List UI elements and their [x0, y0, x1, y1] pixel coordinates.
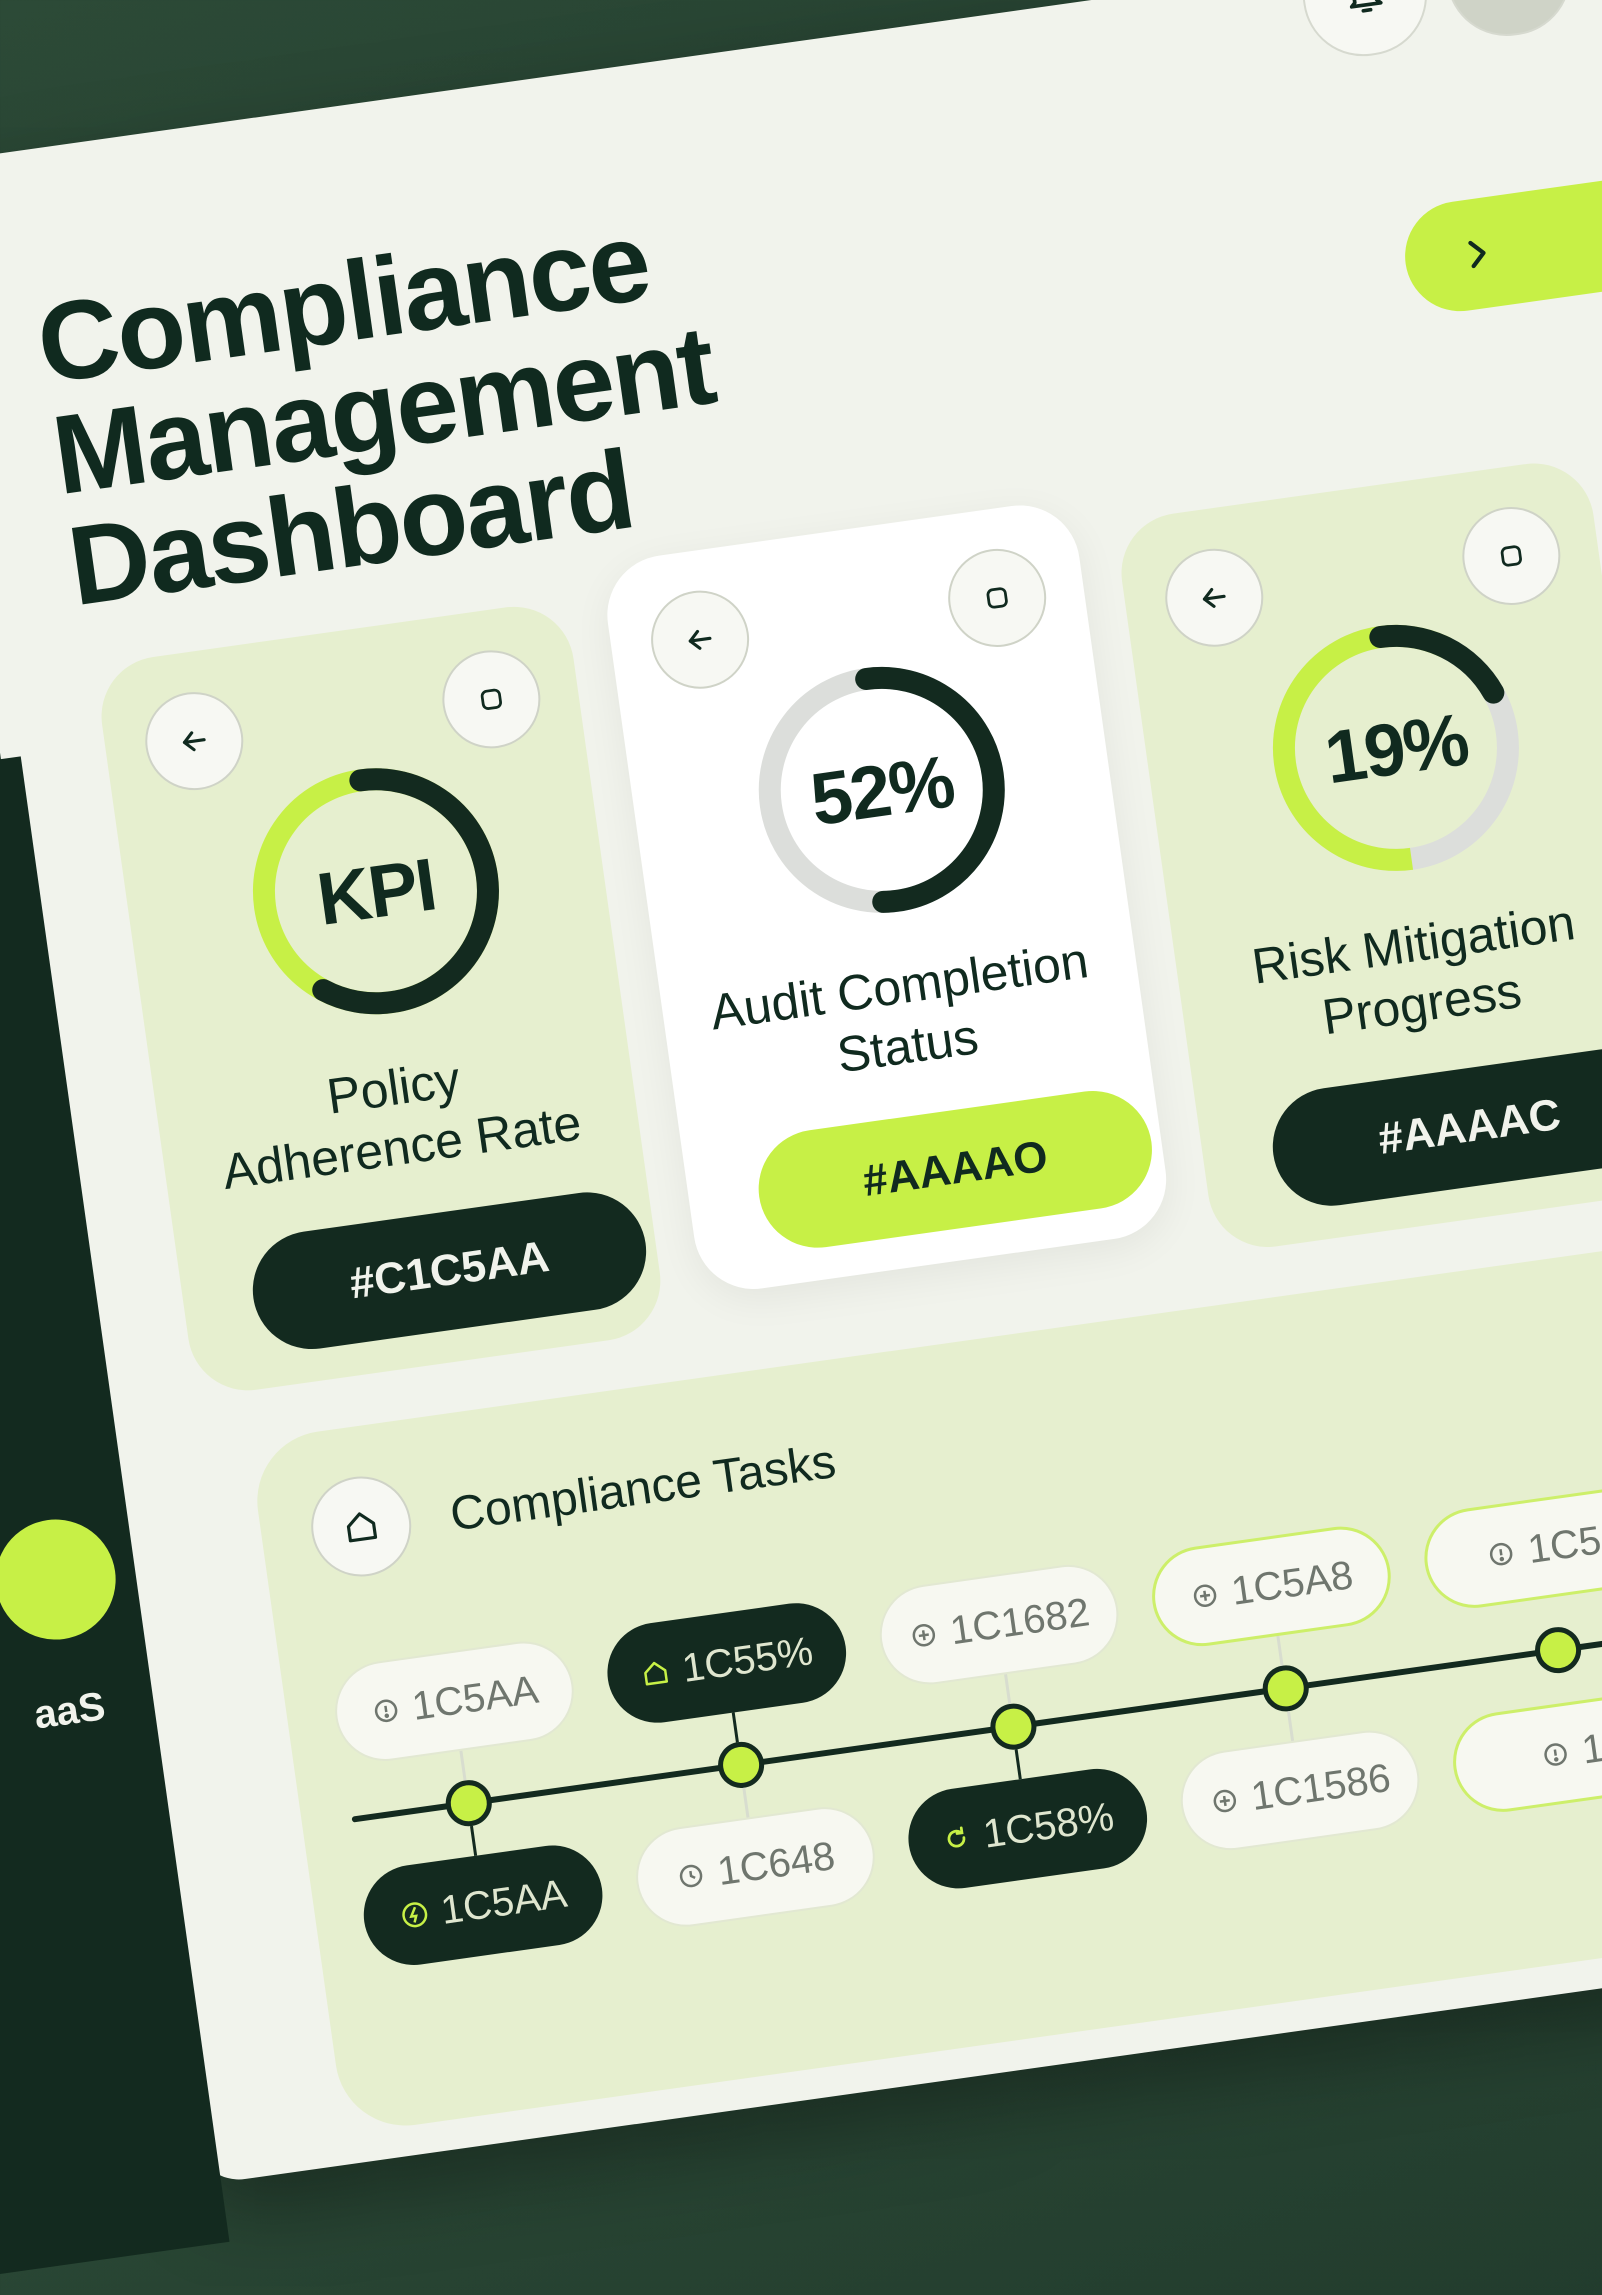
plus-icon [1193, 1584, 1217, 1607]
expand-button[interactable] [941, 542, 1053, 654]
card-tag-button[interactable]: #AAAAC [1265, 1041, 1602, 1214]
ring-value: 19% [1319, 696, 1473, 799]
clock-icon [679, 1864, 703, 1888]
task-chip-label: 1C1682 [947, 1589, 1093, 1653]
task-chip[interactable]: 1C648 [629, 1800, 882, 1934]
chip-connector [459, 1750, 467, 1781]
timeline-node[interactable] [442, 1777, 495, 1830]
task-chip-label: 1C5 [1525, 1517, 1602, 1572]
tasks-home-button[interactable] [304, 1470, 418, 1583]
chip-connector [731, 1712, 739, 1743]
task-chip-label: 1C55% [679, 1628, 816, 1691]
chip-connector [1004, 1674, 1012, 1705]
refresh-icon [947, 1826, 966, 1848]
bell-icon [1349, 0, 1383, 13]
bolt-icon [401, 1902, 427, 1928]
kpi-card-audit-completion[interactable]: 52% Audit Completion Status #AAAAO [599, 497, 1174, 1297]
ring-value: 52% [805, 738, 958, 841]
avatar[interactable] [1438, 0, 1579, 44]
task-chip[interactable]: 1C5AA [328, 1634, 581, 1768]
plus-icon [912, 1624, 936, 1647]
arrow-left-icon [182, 731, 206, 752]
timeline-node[interactable] [987, 1700, 1040, 1753]
task-chip[interactable]: 1C5A8 [1145, 1520, 1398, 1653]
dashboard-panel: aaS Compliance Management Dashboard KPI … [0, 0, 1602, 2295]
kpi-card-policy-adherence[interactable]: KPI Policy Adherence Rate #C1C5AA [93, 599, 669, 1399]
card-tag-button[interactable]: #AAAAO [751, 1083, 1160, 1256]
alert-icon [1544, 1743, 1567, 1766]
task-chip[interactable]: 1C5AA [357, 1838, 609, 1972]
page-title: Compliance Management Dashboard [30, 197, 722, 630]
chip-connector [1014, 1749, 1022, 1780]
task-chip[interactable]: 1C1682 [873, 1558, 1125, 1691]
timeline-node[interactable] [1259, 1662, 1312, 1715]
task-chip[interactable]: 1C55% [600, 1596, 853, 1730]
chip-connector [469, 1825, 478, 1856]
task-chip-label: 1C1586 [1248, 1755, 1394, 1819]
timeline-node[interactable] [1532, 1624, 1585, 1677]
home-icon [346, 1512, 378, 1543]
expand-button[interactable] [436, 643, 547, 755]
task-chip[interactable]: 1 [1446, 1685, 1602, 1819]
sidebar-item-label[interactable]: aaS [31, 1684, 108, 1738]
card-label: Policy Adherence Rate [218, 1050, 585, 1201]
chip-connector [742, 1787, 750, 1818]
task-chip[interactable]: 1C1586 [1174, 1724, 1426, 1857]
expand-button[interactable] [1456, 500, 1567, 612]
chevron-right-icon [1468, 240, 1486, 269]
notifications-button[interactable] [1294, 0, 1435, 64]
task-chip[interactable]: 1C5 [1417, 1481, 1602, 1615]
card-label: Risk Mitigation Progress [1248, 894, 1579, 1046]
chip-connector [1286, 1711, 1295, 1742]
card-tag-button[interactable]: #C1C5AA [245, 1184, 654, 1357]
ring-value: KPI [312, 841, 440, 941]
card-label: Audit Completion Status [706, 932, 1092, 1084]
dashboard-stage: aaS Compliance Management Dashboard KPI … [0, 0, 1602, 2295]
sidebar-active-pill[interactable] [0, 1511, 124, 1648]
kpi-card-risk-mitigation[interactable]: 19% Risk Mitigation Progress #AAAAC [1113, 455, 1602, 1255]
task-chip[interactable]: 1C58% [901, 1762, 1154, 1895]
alert-icon [1490, 1542, 1513, 1566]
arrow-left-icon [688, 629, 712, 650]
task-chip-label: 1 [1579, 1725, 1602, 1773]
task-chip-label: 1C5A8 [1228, 1552, 1356, 1614]
next-button[interactable] [1398, 173, 1602, 319]
alert-icon [374, 1699, 397, 1723]
square-icon [986, 587, 1008, 609]
task-chip-label: 1C5AA [438, 1871, 570, 1933]
tasks-title: Compliance Tasks [446, 1435, 840, 1542]
square-icon [480, 688, 502, 710]
task-chip-label: 1C5AA [409, 1667, 541, 1729]
square-icon [1500, 545, 1522, 567]
task-chip-label: 1C648 [714, 1833, 838, 1894]
task-chip-label: 1C58% [980, 1794, 1117, 1857]
arrow-left-icon [1202, 587, 1226, 608]
home-icon [644, 1661, 669, 1686]
plus-icon [1213, 1789, 1237, 1813]
timeline-node[interactable] [715, 1738, 768, 1791]
chip-connector [1276, 1635, 1284, 1666]
